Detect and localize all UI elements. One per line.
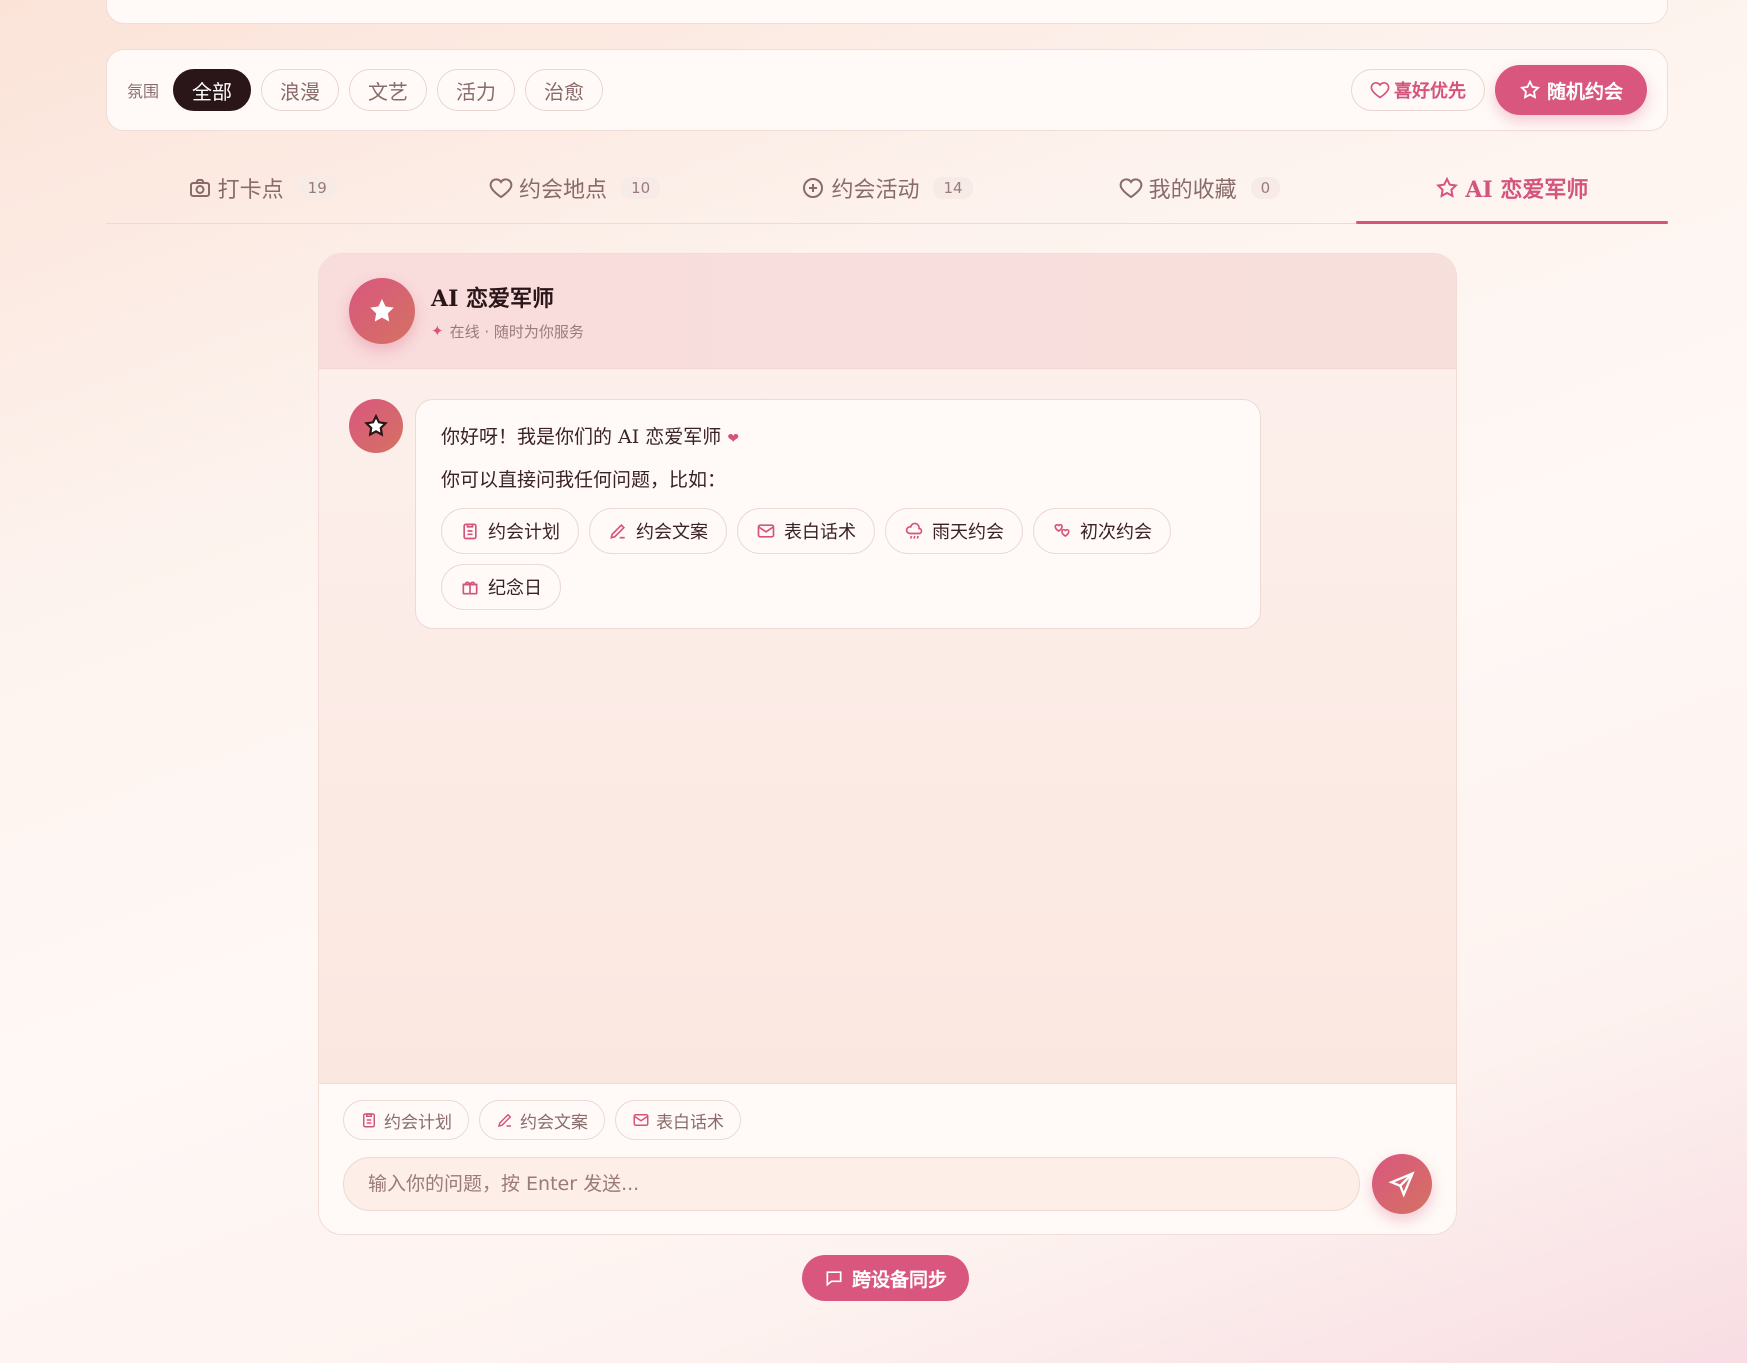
chat-header: AI 恋爱军师 ✦ 在线 · 随时为你服务 [319,254,1456,369]
suggestion-confession[interactable]: 表白话术 [737,508,875,554]
chat-title: AI 恋爱军师 [431,285,555,312]
tab-label: 约会地点 [519,177,608,203]
clipboard-icon [363,1113,375,1128]
suggestion-label: 雨天约会 [932,522,1004,543]
suggestion-label: 约会文案 [636,522,708,543]
random-date-button[interactable]: 随机约会 [1494,65,1647,115]
tab-count: 0 [1250,176,1281,199]
tab-count: 14 [933,176,973,199]
send-icon [1388,1171,1415,1198]
plus-circle-icon [803,177,824,198]
camera-icon [189,178,210,197]
suggestion-list: 约会计划 约会文案 表白话术 雨天约会 初次约会 纪念日 [441,508,1235,610]
chip-active[interactable]: 活力 [437,69,516,111]
tab-label: 约会活动 [831,177,920,203]
tab-ai-advisor[interactable]: AI 恋爱军师 [1355,160,1669,224]
random-label: 随机约会 [1546,80,1623,103]
clipboard-icon [463,523,477,540]
filter-label: 氛围 [127,82,160,101]
preference-first-button[interactable]: 喜好优先 [1350,69,1485,111]
rain-icon [905,522,923,539]
hearts-icon: ❤︎ [727,431,740,447]
chip-healing[interactable]: 治愈 [525,69,604,111]
gift-icon [462,581,478,595]
main-tabs: 打卡点 19 约会地点 10 约会活动 14 我的收藏 0 AI 恋爱军师 [106,160,1669,224]
mood-filter-bar: 氛围 全部 浪漫 文艺 活力 治愈 喜好优先 随机约会 [106,49,1668,131]
chip-all[interactable]: 全部 [173,69,252,111]
greeting-text: 你好呀！我是你们的 AI 恋爱军师 [441,426,722,448]
sync-button[interactable]: 跨设备同步 [802,1255,970,1301]
suggestion-rainy-date[interactable]: 雨天约会 [885,508,1023,554]
mail-icon [633,1114,649,1126]
star-icon [1436,176,1459,198]
suggestion-first-date[interactable]: 初次约会 [1033,508,1171,554]
suggestion-date-plan[interactable]: 约会计划 [441,508,579,554]
tab-count: 10 [621,176,661,199]
tab-favorites[interactable]: 我的收藏 0 [1043,160,1355,223]
chat-footer: 约会计划 约会文案 表白话术 [319,1083,1456,1234]
sparkle-icon: ✦ [431,322,444,340]
suggestion-label: 纪念日 [488,578,542,599]
hearts-icon [1054,523,1070,537]
star-icon [364,413,388,437]
quick-date-plan[interactable]: 约会计划 [343,1100,469,1140]
send-button[interactable] [1372,1154,1432,1214]
chat-messages: 你好呀！我是你们的 AI 恋爱军师 ❤︎ 你可以直接问我任何问题，比如： 约会计… [319,369,1456,1084]
quick-label: 表白话术 [656,1112,724,1133]
tab-date-places[interactable]: 约会地点 10 [418,160,730,223]
quick-label: 约会计划 [384,1112,452,1133]
chat-bubble-icon [826,1271,842,1287]
tab-date-activities[interactable]: 约会活动 14 [731,160,1043,223]
tab-checkin[interactable]: 打卡点 19 [106,160,418,223]
quick-confession[interactable]: 表白话术 [615,1100,741,1140]
tab-label: 我的收藏 [1148,177,1237,203]
suggestion-date-copy[interactable]: 约会文案 [589,508,727,554]
chip-romantic[interactable]: 浪漫 [261,69,340,111]
quick-label: 约会文案 [520,1112,588,1133]
suggestion-label: 表白话术 [784,522,856,543]
sync-label: 跨设备同步 [852,1268,948,1291]
suggestion-anniversary[interactable]: 纪念日 [441,564,561,610]
tab-label: AI 恋爱军师 [1465,176,1589,203]
heart-icon [1119,177,1142,198]
suggestion-label: 约会计划 [488,522,560,543]
pen-icon [610,523,626,539]
star-icon [1519,79,1541,99]
advisor-avatar [349,278,415,344]
heart-icon [1370,81,1390,99]
preference-label: 喜好优先 [1393,81,1466,102]
message-bubble: 你好呀！我是你们的 AI 恋爱军师 ❤︎ 你可以直接问我任何问题，比如： 约会计… [415,399,1261,629]
quick-actions: 约会计划 约会文案 表白话术 [343,1100,1432,1140]
heart-icon [489,177,513,198]
chat-panel: AI 恋爱军师 ✦ 在线 · 随时为你服务 你好呀！我是你们的 AI 恋爱军师 … [318,253,1457,1235]
quick-date-copy[interactable]: 约会文案 [479,1100,605,1140]
tab-label: 打卡点 [217,177,284,203]
chip-artsy[interactable]: 文艺 [349,69,428,111]
pen-icon [497,1113,512,1128]
top-card [106,0,1668,24]
chat-status: 在线 · 随时为你服务 [449,322,584,341]
star-icon [370,299,394,322]
suggestion-label: 初次约会 [1080,522,1152,543]
mail-icon [757,524,775,538]
chat-input[interactable] [343,1157,1360,1211]
prompt-text: 你可以直接问我任何问题，比如： [441,469,727,491]
message-avatar [349,399,403,453]
tab-count: 19 [297,176,337,199]
